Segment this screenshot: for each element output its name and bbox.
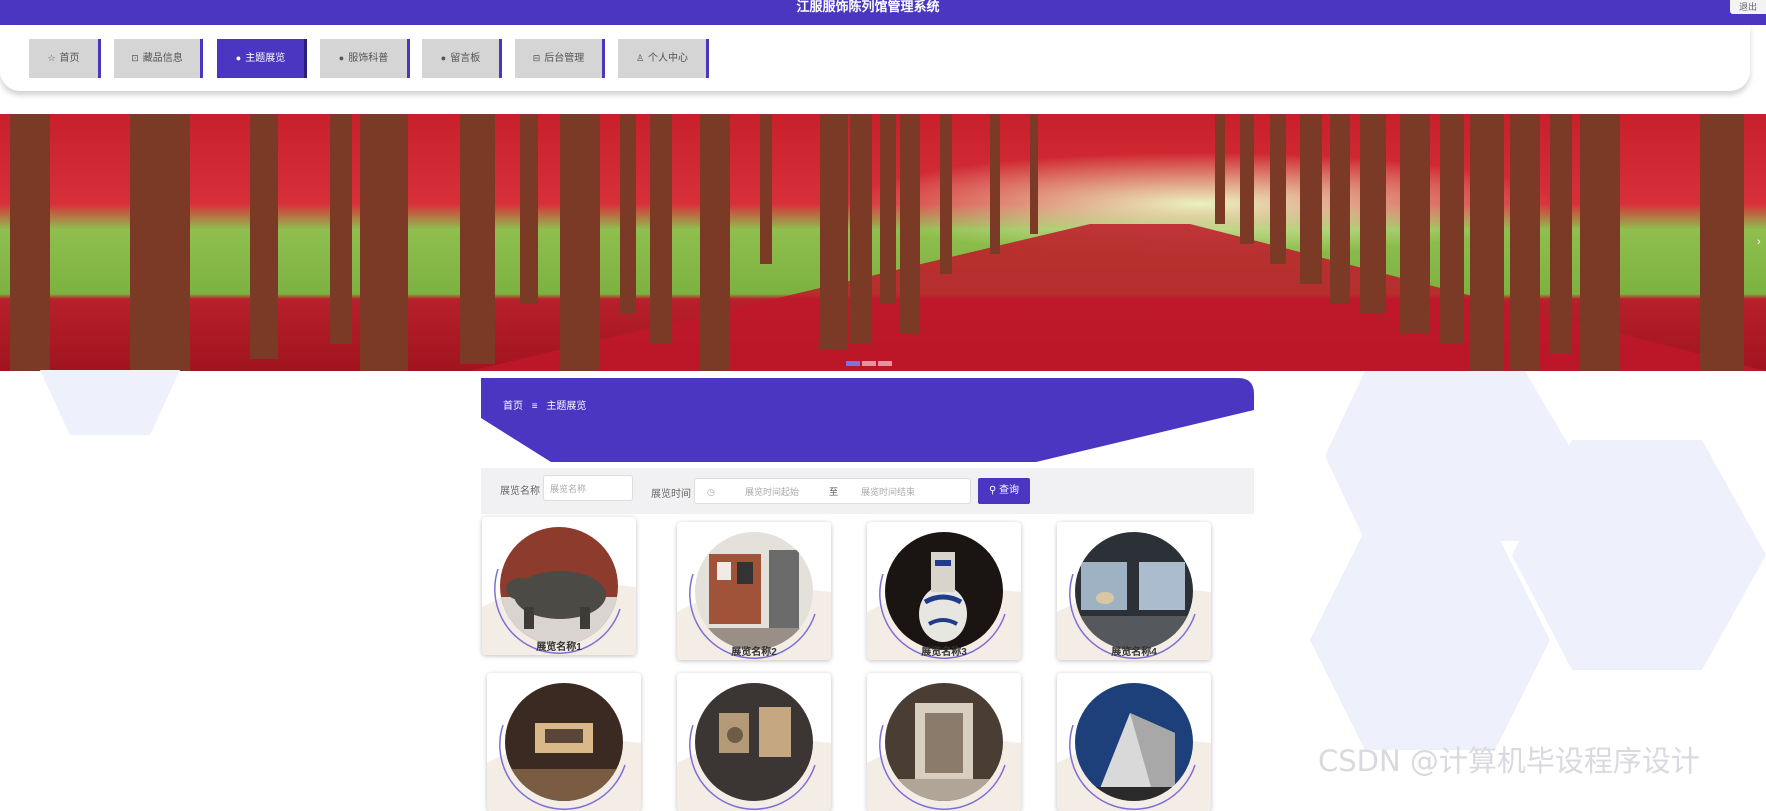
exhibition-thumbnail[interactable] xyxy=(505,683,623,801)
exhibition-card[interactable] xyxy=(1057,673,1211,811)
query-button-label: 查询 xyxy=(999,485,1020,496)
star-icon: ☆ xyxy=(47,53,56,63)
nav-label: 服饰科普 xyxy=(348,53,389,64)
exhibition-thumbnail[interactable] xyxy=(885,683,1003,801)
breadcrumb-current: 主题展览 xyxy=(546,401,587,412)
search-icon: ⚲ xyxy=(988,485,1000,496)
search-bar: 展览名称 展览名称 展览时间 ◷ 展览时间起始 至 展览时间结束 ⚲ 查询 xyxy=(481,468,1254,514)
nav-item-admin[interactable]: ⊟ 后台管理 xyxy=(515,39,605,78)
exhibition-name-placeholder: 展览名称 xyxy=(550,484,587,494)
logout-button[interactable]: 退出 xyxy=(1730,0,1766,14)
thumbnail-image xyxy=(1075,683,1193,801)
nav-label: 首页 xyxy=(59,53,80,64)
exhibition-name: 展览名称1 xyxy=(536,642,582,653)
nav-item-message-board[interactable]: ● 留言板 xyxy=(422,39,502,78)
time-range-separator: 至 xyxy=(829,487,839,497)
box-icon: ⊡ xyxy=(131,53,139,63)
question-icon: ● xyxy=(338,53,345,63)
exhibition-thumbnail[interactable] xyxy=(885,532,1003,650)
exhibition-card[interactable]: 展览名称2 xyxy=(677,522,831,660)
exhibition-name: 展览名称2 xyxy=(731,647,777,658)
app-title: 江服服饰陈列馆管理系统 xyxy=(796,0,940,14)
nav-label: 个人中心 xyxy=(648,53,689,64)
exhibition-thumbnail[interactable] xyxy=(500,527,618,645)
nav-item-collection[interactable]: ⊡ 藏品信息 xyxy=(114,39,203,78)
query-button[interactable]: ⚲ 查询 xyxy=(978,478,1030,504)
carousel-dot[interactable] xyxy=(846,361,860,366)
exhibition-card[interactable]: 展览名称4 xyxy=(1057,522,1211,660)
info-icon: ● xyxy=(235,53,242,63)
exhibition-card[interactable] xyxy=(487,673,641,811)
exhibition-thumbnail[interactable] xyxy=(1075,532,1193,650)
exhibition-thumbnail[interactable] xyxy=(1075,683,1193,801)
breadcrumb-panel xyxy=(481,378,1254,462)
user-icon: ♙ xyxy=(635,53,645,63)
nav-item-home[interactable]: ☆ 首页 xyxy=(29,39,101,78)
exhibition-name: 展览名称4 xyxy=(1111,647,1157,658)
banner-carousel[interactable] xyxy=(0,114,1766,371)
exhibition-time-range[interactable]: ◷ 展览时间起始 至 展览时间结束 xyxy=(694,478,971,504)
exhibition-name-label: 展览名称 xyxy=(500,486,540,497)
alert-icon: ● xyxy=(440,53,447,63)
nav-item-exhibition[interactable]: ● 主题展览 xyxy=(217,39,307,78)
top-title-bar: 江服服饰陈列馆管理系统 退出 xyxy=(0,0,1766,25)
breadcrumb-home[interactable]: 首页 xyxy=(503,401,523,412)
time-start-placeholder: 展览时间起始 xyxy=(745,487,800,497)
exhibition-card[interactable]: 展览名称1 xyxy=(482,517,636,655)
carousel-dot[interactable] xyxy=(862,361,876,366)
thumbnail-image xyxy=(695,532,813,650)
exhibition-name-input[interactable]: 展览名称 xyxy=(543,475,633,501)
banner-image xyxy=(0,114,1766,371)
chevron-right-icon[interactable]: › xyxy=(1757,236,1761,248)
carousel-dot[interactable] xyxy=(878,361,892,366)
exhibition-card[interactable]: 展览名称3 xyxy=(867,522,1021,660)
thumbnail-image xyxy=(695,683,813,801)
time-end-placeholder: 展览时间结束 xyxy=(861,487,916,497)
nav-label: 藏品信息 xyxy=(142,53,183,64)
nav-item-science[interactable]: ● 服饰科普 xyxy=(320,39,410,78)
thumbnail-image xyxy=(500,527,618,645)
exhibition-thumbnail[interactable] xyxy=(695,683,813,801)
hexagon-decoration xyxy=(1512,440,1766,670)
admin-icon: ⊟ xyxy=(532,53,541,63)
watermark: CSDN @计算机毕设程序设计 xyxy=(1318,744,1700,778)
hexagon-decoration xyxy=(1310,530,1550,750)
nav-item-profile[interactable]: ♙ 个人中心 xyxy=(618,39,709,78)
exhibition-name: 展览名称3 xyxy=(921,647,967,658)
nav-panel: ☆ 首页 ⊡ 藏品信息 ● 主题展览 ● 服饰科普 ● 留言板 ⊟ 后台管理 ♙ 个人中心 xyxy=(0,25,1750,91)
exhibition-card[interactable] xyxy=(677,673,831,811)
thumbnail-image xyxy=(885,683,1003,801)
thumbnail-image xyxy=(505,683,623,801)
nav-label: 主题展览 xyxy=(245,53,286,64)
breadcrumb-separator: ≡ xyxy=(531,401,538,412)
hexagon-decoration xyxy=(40,370,180,435)
exhibition-card[interactable] xyxy=(867,673,1021,811)
thumbnail-image xyxy=(1075,532,1193,650)
breadcrumb: 首页 ≡ 主题展览 xyxy=(503,397,592,412)
nav-label: 后台管理 xyxy=(544,53,585,64)
nav-label: 留言板 xyxy=(450,53,481,64)
exhibition-time-label: 展览时间 xyxy=(651,489,691,500)
exhibition-thumbnail[interactable] xyxy=(695,532,813,650)
clock-icon: ◷ xyxy=(707,487,715,497)
thumbnail-image xyxy=(885,532,1003,650)
